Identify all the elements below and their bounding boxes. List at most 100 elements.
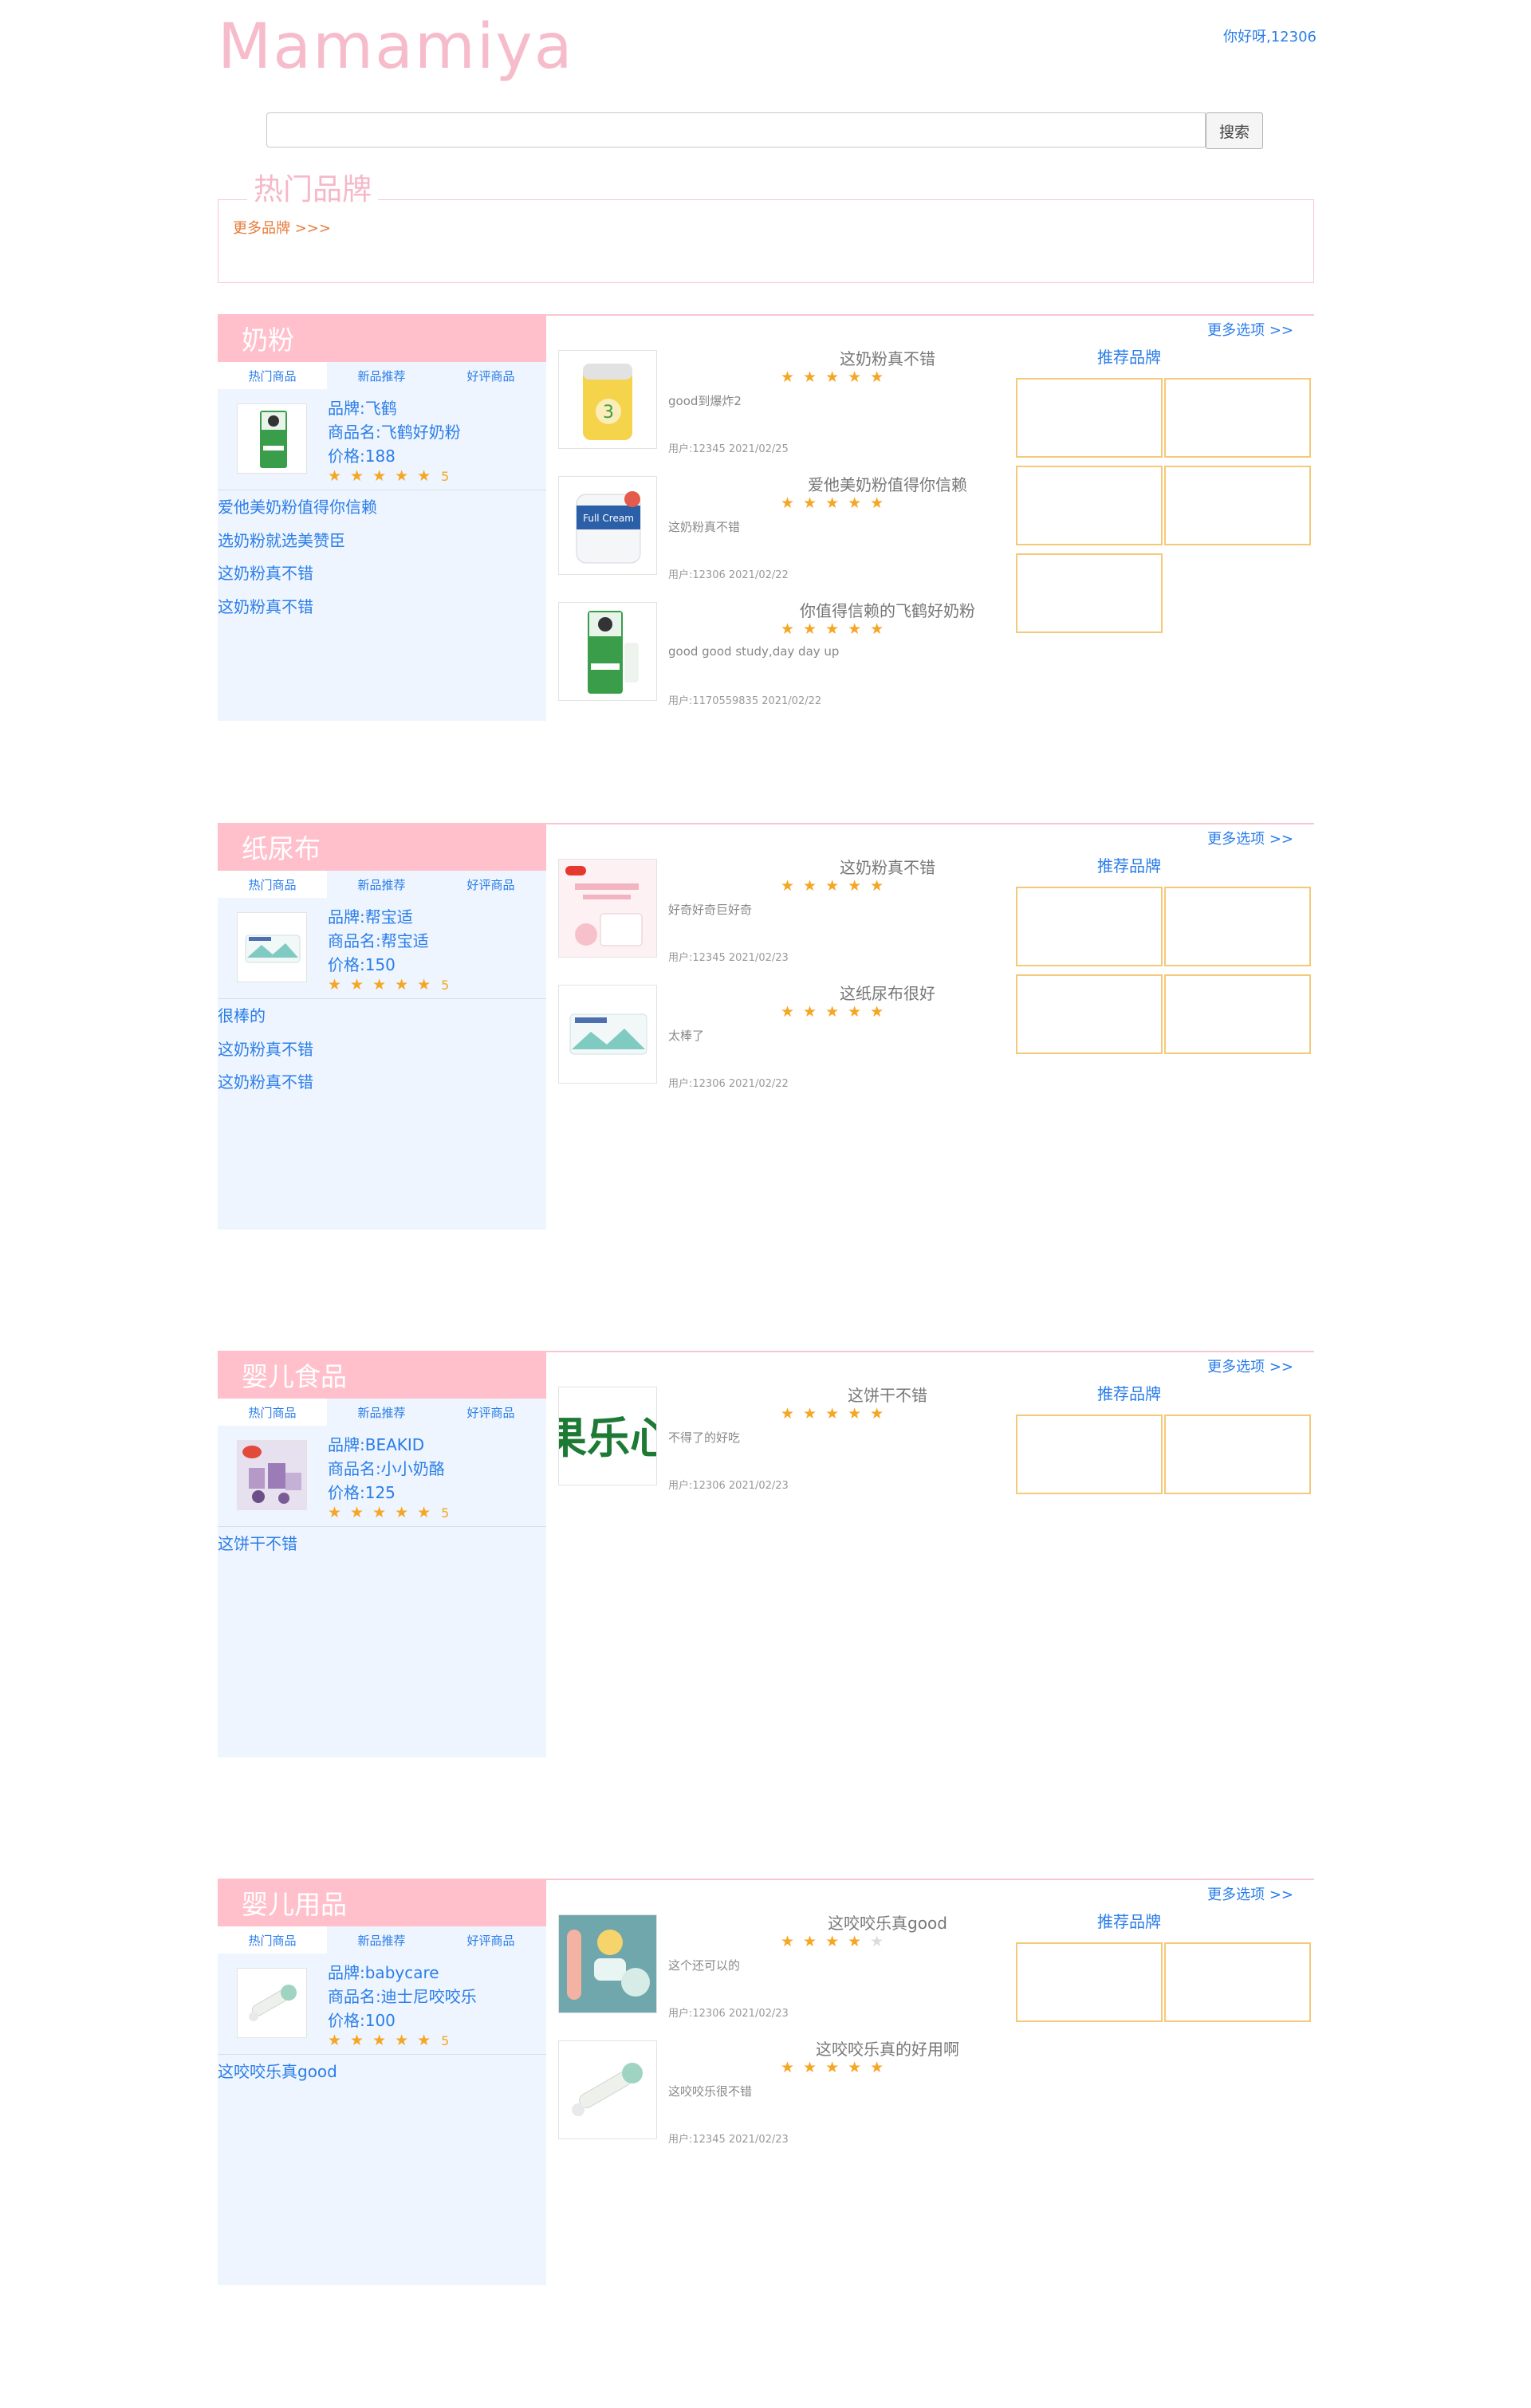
tab-hot-products[interactable]: 热门商品 [218, 1926, 327, 1954]
review-stars: ★★★★★ [781, 1003, 893, 1021]
brand-slot[interactable] [1164, 1942, 1311, 2022]
tab-new-products[interactable]: 新品推荐 [327, 1399, 436, 1426]
review-title[interactable]: 这奶粉真不错 [720, 855, 1055, 878]
article-link[interactable]: 这奶粉真不错 [218, 561, 313, 584]
review-title[interactable]: 这咬咬乐真good [720, 1910, 1055, 1934]
tab-new-products[interactable]: 新品推荐 [327, 1926, 436, 1954]
review-title[interactable]: 这奶粉真不错 [720, 346, 1055, 369]
brand-slot[interactable] [1016, 974, 1163, 1054]
brand-slot[interactable] [1016, 466, 1163, 545]
review-product-image[interactable] [558, 859, 657, 958]
recommended-brands-title[interactable]: 推荐品牌 [1097, 1381, 1161, 1404]
category-tabs: 热门商品 新品推荐 好评商品 [218, 362, 546, 389]
review-user: 用户:12306 2021/02/23 [668, 2008, 789, 2020]
brand-slot[interactable] [1016, 553, 1163, 633]
section-divider [546, 823, 1314, 824]
product-image[interactable] [237, 1440, 307, 1510]
brand-slot[interactable] [1016, 1942, 1163, 2022]
review-text: 不得了的好吃 [668, 1430, 741, 1445]
featured-product[interactable]: 品牌:babycare 商品名:迪士尼咬咬乐 价格:100 ★★★★★ 5 [218, 1954, 546, 2055]
site-logo[interactable]: Mamamiya [218, 16, 574, 78]
featured-product[interactable]: 品牌:帮宝适 商品名:帮宝适 价格:150 ★★★★★ 5 [218, 898, 546, 999]
brand-slot[interactable] [1164, 1415, 1311, 1494]
product-rating: ★★★★★ 5 [328, 1504, 450, 1521]
review-product-image[interactable]: 3 [558, 350, 657, 449]
article-link[interactable]: 爱他美奶粉值得你信赖 [218, 494, 377, 517]
article-link[interactable]: 这咬咬乐真good [218, 2059, 337, 2082]
featured-product[interactable]: 品牌:BEAKID 商品名:小小奶酪 价格:125 ★★★★★ 5 [218, 1426, 546, 1527]
review-product-image[interactable] [558, 1914, 657, 2013]
brand-slot[interactable] [1164, 378, 1311, 458]
featured-product[interactable]: 品牌:飞鹤 商品名:飞鹤好奶粉 价格:188 ★★★★★ 5 [218, 389, 546, 490]
brand-slot[interactable] [1016, 887, 1163, 966]
product-brand: 品牌:帮宝适 [328, 907, 413, 927]
review-title[interactable]: 这饼干不错 [720, 1383, 1055, 1406]
more-options-link[interactable]: 更多选项 >> [1207, 319, 1293, 340]
article-link[interactable]: 很棒的 [218, 1003, 266, 1026]
review-product-image[interactable] [558, 985, 657, 1084]
review-stars: ★★★★★ [781, 1405, 893, 1422]
more-options-link[interactable]: 更多选项 >> [1207, 1355, 1293, 1376]
brand-slot[interactable] [1016, 378, 1163, 458]
review-text: good到爆炸2 [668, 394, 742, 408]
article-link[interactable]: 选奶粉就选美赞臣 [218, 528, 345, 551]
category-title: 婴儿食品 [242, 1361, 347, 1392]
product-name[interactable]: 商品名:小小奶酪 [328, 1456, 445, 1479]
review-product-image[interactable]: 果乐心 [558, 1387, 657, 1485]
review-title[interactable]: 这纸尿布很好 [720, 981, 1055, 1004]
article-link[interactable]: 这奶粉真不错 [218, 1069, 313, 1092]
recommended-brands-title[interactable]: 推荐品牌 [1097, 853, 1161, 876]
review-user: 用户:12345 2021/02/23 [668, 952, 789, 964]
search-button[interactable]: 搜索 [1206, 112, 1263, 149]
review-user: 用户:12306 2021/02/22 [668, 569, 789, 581]
product-price: 价格:100 [328, 2011, 396, 2030]
article-link[interactable]: 这奶粉真不错 [218, 1037, 313, 1060]
tab-hot-products[interactable]: 热门商品 [218, 362, 327, 389]
product-image[interactable] [237, 1968, 307, 2038]
review-product-image[interactable] [558, 602, 657, 701]
product-image[interactable] [237, 912, 307, 982]
more-options-link[interactable]: 更多选项 >> [1207, 1883, 1293, 1904]
product-rating: ★★★★★ 5 [328, 467, 450, 485]
user-greeting[interactable]: 你好呀,12306 [1223, 26, 1317, 46]
product-name[interactable]: 商品名:迪士尼咬咬乐 [328, 1984, 477, 2007]
more-options-link[interactable]: 更多选项 >> [1207, 828, 1293, 848]
review-text: 这奶粉真不错 [668, 520, 741, 534]
tab-top-rated[interactable]: 好评商品 [436, 1926, 545, 1954]
article-link[interactable]: 这奶粉真不错 [218, 594, 313, 617]
category-header: 婴儿用品 [218, 1879, 546, 1926]
brand-slot[interactable] [1164, 887, 1311, 966]
tab-top-rated[interactable]: 好评商品 [436, 1399, 545, 1426]
tab-hot-products[interactable]: 热门商品 [218, 871, 327, 898]
review-user: 用户:12345 2021/02/25 [668, 443, 789, 455]
brand-slot[interactable] [1164, 466, 1311, 545]
review-title[interactable]: 你值得信赖的飞鹤好奶粉 [720, 598, 1055, 621]
review-text: 这个还可以的 [668, 1958, 741, 1973]
tab-new-products[interactable]: 新品推荐 [327, 871, 436, 898]
tab-top-rated[interactable]: 好评商品 [436, 362, 545, 389]
review-product-image[interactable] [558, 2040, 657, 2139]
section-divider [546, 1879, 1314, 1880]
category-header: 婴儿食品 [218, 1351, 546, 1399]
article-link[interactable]: 这饼干不错 [218, 1531, 297, 1554]
review-title[interactable]: 这咬咬乐真的好用啊 [720, 2036, 1055, 2060]
review-text: 好奇好奇巨好奇 [668, 903, 753, 917]
tab-new-products[interactable]: 新品推荐 [327, 362, 436, 389]
category-header: 纸尿布 [218, 823, 546, 871]
tab-top-rated[interactable]: 好评商品 [436, 871, 545, 898]
product-name[interactable]: 商品名:飞鹤好奶粉 [328, 419, 461, 443]
recommended-brands-title[interactable]: 推荐品牌 [1097, 1909, 1161, 1932]
brand-slot[interactable] [1164, 974, 1311, 1054]
tab-hot-products[interactable]: 热门商品 [218, 1399, 327, 1426]
search-input[interactable] [266, 112, 1206, 148]
recommended-brands-title[interactable]: 推荐品牌 [1097, 344, 1161, 368]
review-title[interactable]: 爱他美奶粉值得你信赖 [720, 472, 1055, 495]
review-product-image[interactable]: Full Cream [558, 476, 657, 575]
rating-value: 5 [441, 469, 450, 484]
product-name[interactable]: 商品名:帮宝适 [328, 928, 429, 951]
product-brand: 品牌:BEAKID [328, 1435, 425, 1454]
product-image[interactable] [237, 403, 307, 474]
brand-slot[interactable] [1016, 1415, 1163, 1494]
review-stars: ★★★★★ [781, 494, 893, 512]
more-brands-link[interactable]: 更多品牌 >>> [233, 217, 331, 238]
